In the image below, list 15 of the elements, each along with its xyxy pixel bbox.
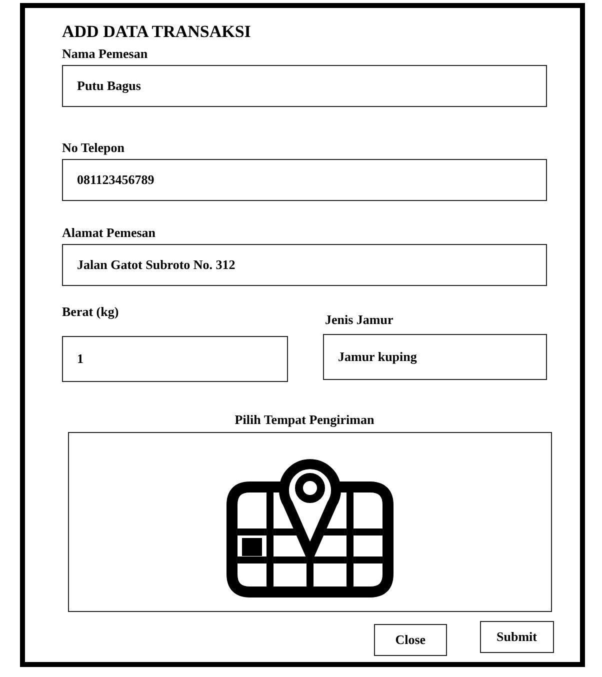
- form-title: ADD DATA TRANSAKSI: [62, 22, 252, 42]
- input-field[interactable]: Jamur kuping: [323, 334, 547, 380]
- input-field[interactable]: 081123456789: [62, 159, 547, 201]
- input-field[interactable]: 1: [62, 336, 288, 382]
- map-area[interactable]: [68, 432, 552, 612]
- field-label: Berat (kg): [62, 304, 120, 320]
- field-label: Alamat Pemesan: [62, 225, 157, 241]
- field-label: Nama Pemesan: [62, 46, 149, 62]
- submit-button[interactable]: Submit: [480, 621, 554, 653]
- input-field[interactable]: Putu Bagus: [62, 65, 547, 107]
- field-label: Pilih Tempat Pengiriman: [234, 412, 376, 428]
- input-field[interactable]: Jalan Gatot Subroto No. 312: [62, 244, 547, 286]
- field-label: Jenis Jamur: [325, 312, 394, 328]
- close-button[interactable]: Close: [374, 624, 447, 656]
- field-label: No Telepon: [62, 140, 126, 156]
